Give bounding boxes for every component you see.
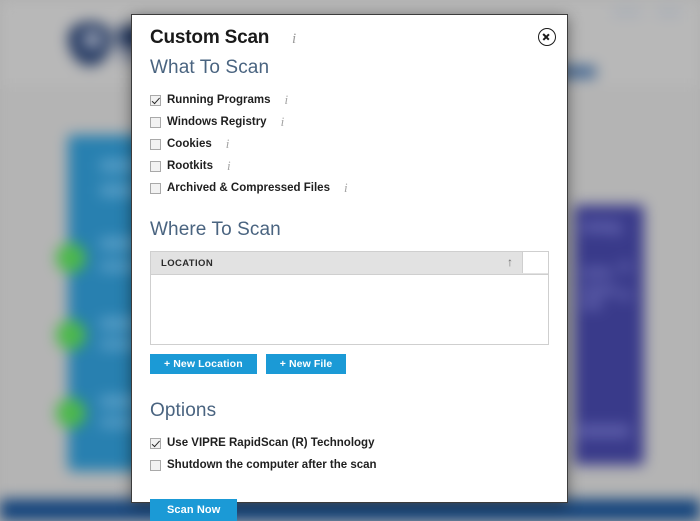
checkbox-archived-compressed-files[interactable] — [150, 182, 161, 194]
add-new-location-button[interactable]: + New Location — [150, 354, 257, 374]
list-item[interactable]: Shutdown the computer after the scan — [150, 454, 567, 476]
primary-button-row: Scan Now — [150, 499, 567, 521]
options-heading: Options — [150, 400, 217, 421]
scan-now-button[interactable]: Scan Now — [150, 499, 238, 521]
checkbox-shutdown-after-scan[interactable] — [150, 459, 161, 471]
background-text-line — [610, 224, 622, 234]
options-list: Use VIPRE RapidScan (R) Technology Shutd… — [132, 422, 567, 476]
background-text-line — [582, 286, 616, 295]
checkbox-label: Archived & Compressed Files — [167, 182, 330, 194]
checkbox-label: Shutdown the computer after the scan — [167, 459, 377, 471]
background-nav-link-secondary — [612, 8, 642, 16]
checkbox-label: Cookies — [167, 138, 212, 150]
location-button-row: + New Location + New File — [150, 354, 567, 374]
info-icon[interactable]: i — [226, 136, 230, 152]
column-options-cell[interactable] — [522, 252, 548, 273]
checkbox-running-programs[interactable] — [150, 94, 161, 106]
background-text-line — [582, 300, 602, 309]
add-new-file-button[interactable]: + New File — [265, 354, 347, 374]
info-icon[interactable]: i — [292, 31, 296, 48]
list-item[interactable]: Archived & Compressed Files i — [150, 177, 567, 199]
background-status-dot — [56, 243, 86, 273]
list-item[interactable]: Cookies i — [150, 133, 567, 155]
background-status-dot — [56, 398, 86, 428]
checkbox-windows-registry[interactable] — [150, 116, 161, 128]
checkbox-label: Windows Registry — [167, 116, 267, 128]
info-icon[interactable]: i — [227, 158, 231, 174]
column-header-location: LOCATION — [161, 257, 214, 269]
close-icon[interactable] — [538, 28, 556, 46]
background-text-line — [620, 262, 630, 272]
info-icon[interactable]: i — [344, 180, 348, 196]
background-nav-link-tertiary — [656, 8, 682, 16]
location-table-header[interactable]: LOCATION ↑ — [151, 252, 548, 275]
checkbox-label: Use VIPRE RapidScan (R) Technology — [167, 437, 375, 449]
list-item[interactable]: Rootkits i — [150, 155, 567, 177]
list-item[interactable]: Use VIPRE RapidScan (R) Technology — [150, 432, 567, 454]
location-table-body[interactable] — [151, 275, 548, 344]
background-text-line — [582, 268, 612, 277]
background-text-line — [578, 425, 630, 437]
background-status-dot — [56, 320, 86, 350]
checkbox-rootkits[interactable] — [150, 160, 161, 172]
info-icon[interactable]: i — [281, 114, 285, 130]
list-item[interactable]: Windows Registry i — [150, 111, 567, 133]
checkbox-label: Rootkits — [167, 160, 213, 172]
what-to-scan-list: Running Programs i Windows Registry i Co… — [132, 79, 567, 199]
vipre-logo-pupil-icon — [88, 36, 97, 45]
where-to-scan-heading: Where To Scan — [150, 219, 281, 240]
checkbox-use-rapidscan[interactable] — [150, 437, 161, 449]
dialog-title: Custom Scan — [150, 27, 270, 48]
custom-scan-dialog: Custom Scan i What To Scan Running Progr… — [131, 14, 568, 521]
sort-ascending-icon[interactable]: ↑ — [507, 256, 513, 268]
background-text-line — [620, 290, 630, 300]
checkbox-label: Running Programs — [167, 94, 271, 106]
info-icon[interactable]: i — [285, 92, 289, 108]
dialog-titlebar: Custom Scan i — [132, 15, 567, 57]
list-item[interactable]: Running Programs i — [150, 89, 567, 111]
location-table: LOCATION ↑ — [150, 251, 549, 345]
checkbox-cookies[interactable] — [150, 138, 161, 150]
what-to-scan-heading: What To Scan — [150, 57, 270, 78]
